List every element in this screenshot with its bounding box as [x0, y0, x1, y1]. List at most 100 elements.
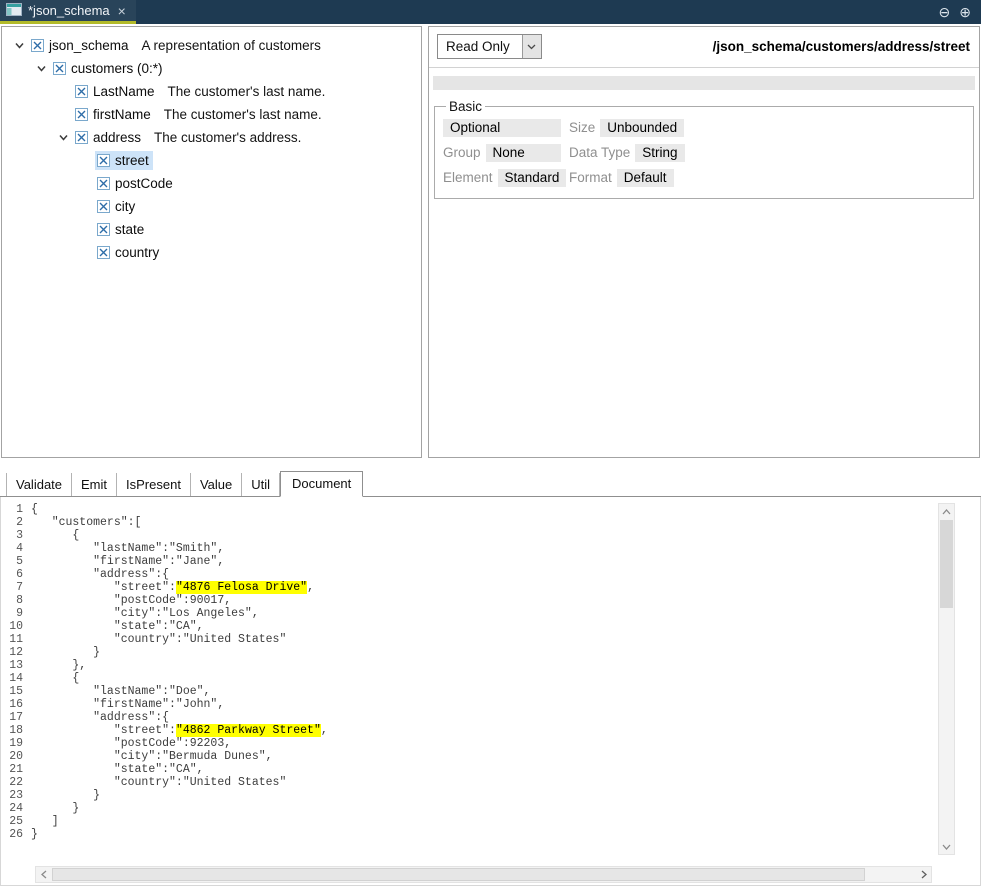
vertical-scroll-thumb[interactable] — [940, 520, 953, 608]
tab-emit[interactable]: Emit — [72, 473, 117, 496]
search-highlight: "4862 Parkway Street" — [176, 724, 321, 737]
tree-node[interactable]: state — [95, 220, 148, 239]
line-number: 18 — [1, 724, 31, 737]
property-panel: Read Only /json_schema/customers/address… — [428, 26, 980, 458]
code-line: 18 "street":"4862 Parkway Street", — [1, 724, 934, 737]
code-line: 2 "customers":[ — [1, 516, 934, 529]
tree-node[interactable]: country — [95, 243, 163, 262]
tab-document[interactable]: Document — [280, 471, 363, 497]
code-line: 10 "state":"CA", — [1, 620, 934, 633]
tree-item-label: country — [115, 245, 159, 260]
chevron-down-icon[interactable] — [32, 63, 51, 74]
element-icon — [75, 85, 88, 98]
scroll-left-icon[interactable] — [36, 867, 51, 882]
line-number: 16 — [1, 698, 31, 711]
line-number: 1 — [1, 503, 31, 516]
line-number: 23 — [1, 789, 31, 802]
line-number: 7 — [1, 581, 31, 594]
property-label: Data Type — [569, 145, 630, 160]
line-number: 11 — [1, 633, 31, 646]
chevron-down-icon[interactable] — [522, 35, 541, 58]
tree-node[interactable]: postCode — [95, 174, 177, 193]
scroll-up-icon[interactable] — [939, 504, 954, 519]
scroll-down-icon[interactable] — [939, 839, 954, 854]
line-text: "city":"Los Angeles", — [31, 607, 259, 620]
line-text: ] — [31, 815, 59, 828]
tree-item-state[interactable]: state — [2, 218, 421, 241]
tree-node[interactable]: firstName — [73, 105, 155, 124]
close-icon[interactable]: × — [118, 3, 126, 19]
tree-node[interactable]: json_schema — [29, 36, 133, 55]
line-text: } — [31, 828, 38, 841]
code-area[interactable]: 1{2 "customers":[3 {4 "lastName":"Smith"… — [1, 503, 934, 861]
chevron-down-icon[interactable] — [54, 132, 73, 143]
line-number: 15 — [1, 685, 31, 698]
tree-node[interactable]: address — [73, 128, 145, 147]
tab-json-schema[interactable]: *json_schema × — [0, 0, 136, 24]
property-label: Format — [569, 170, 612, 185]
tree-item-postcode[interactable]: postCode — [2, 172, 421, 195]
tree-item-description: The customer's address. — [154, 130, 301, 145]
tree-node[interactable]: city — [95, 197, 139, 216]
line-text: }, — [31, 659, 86, 672]
line-number: 10 — [1, 620, 31, 633]
code-line: 14 { — [1, 672, 934, 685]
horizontal-scrollbar[interactable] — [35, 866, 932, 883]
horizontal-scroll-track[interactable] — [51, 867, 916, 882]
line-number: 4 — [1, 542, 31, 555]
property-group: Group None — [443, 142, 561, 163]
line-number: 24 — [1, 802, 31, 815]
tree-item-address[interactable]: address The customer's address. — [2, 126, 421, 149]
line-text: "street":"4876 Felosa Drive", — [31, 581, 314, 594]
vertical-scrollbar[interactable] — [938, 503, 955, 855]
tree-item-label: postCode — [115, 176, 173, 191]
line-text: "customers":[ — [31, 516, 141, 529]
document-editor[interactable]: 1{2 "customers":[3 {4 "lastName":"Smith"… — [0, 497, 981, 886]
tab-title: *json_schema — [28, 3, 110, 18]
tree-selection[interactable]: street — [95, 151, 153, 170]
tree-item-street[interactable]: street — [2, 149, 421, 172]
collapse-all-icon[interactable]: ⊖ — [939, 4, 951, 21]
tab-value[interactable]: Value — [191, 473, 242, 496]
code-line: 8 "postCode":90017, — [1, 594, 934, 607]
line-text: { — [31, 672, 79, 685]
tree-item-label: street — [115, 153, 149, 168]
line-number: 19 — [1, 737, 31, 750]
line-text: "address":{ — [31, 568, 169, 581]
mode-select[interactable]: Read Only — [437, 34, 542, 59]
line-text: "lastName":"Doe", — [31, 685, 210, 698]
tree-item-label: customers (0:*) — [71, 61, 163, 76]
line-text: "postCode":92203, — [31, 737, 231, 750]
property-data-type: Data TypeString — [569, 142, 801, 163]
code-line: 6 "address":{ — [1, 568, 934, 581]
tree-item-lastname[interactable]: LastNameThe customer's last name. — [2, 80, 421, 103]
element-icon — [97, 246, 110, 259]
line-text: } — [31, 802, 79, 815]
tree-item-country[interactable]: country — [2, 241, 421, 264]
line-number: 5 — [1, 555, 31, 568]
code-line: 12 } — [1, 646, 934, 659]
tree-item-customers-0[interactable]: customers (0:*) — [2, 57, 421, 80]
line-text: "lastName":"Smith", — [31, 542, 224, 555]
upper-split: json_schema A representation of customers… — [0, 24, 981, 460]
tree-node[interactable]: LastName — [73, 82, 159, 101]
tab-ispresent[interactable]: IsPresent — [117, 473, 191, 496]
scroll-right-icon[interactable] — [916, 867, 931, 882]
property-label: Group — [443, 145, 481, 160]
property-value: None — [486, 144, 561, 162]
tab-validate[interactable]: Validate — [6, 473, 72, 496]
tab-util[interactable]: Util — [242, 473, 280, 496]
tree-node[interactable]: customers (0:*) — [51, 59, 167, 78]
chevron-down-icon[interactable] — [10, 40, 29, 51]
line-number: 2 — [1, 516, 31, 529]
tree-item-firstname[interactable]: firstNameThe customer's last name. — [2, 103, 421, 126]
horizontal-scroll-thumb[interactable] — [52, 868, 865, 881]
tree-item-description: A representation of customers — [142, 38, 321, 53]
element-icon — [31, 39, 44, 52]
schema-file-icon — [6, 3, 22, 19]
vertical-scroll-track[interactable] — [939, 519, 954, 839]
expand-all-icon[interactable]: ⊕ — [959, 4, 971, 21]
tree-item-city[interactable]: city — [2, 195, 421, 218]
tree-item-json-schema[interactable]: json_schema A representation of customers — [2, 34, 421, 57]
code-line: 15 "lastName":"Doe", — [1, 685, 934, 698]
